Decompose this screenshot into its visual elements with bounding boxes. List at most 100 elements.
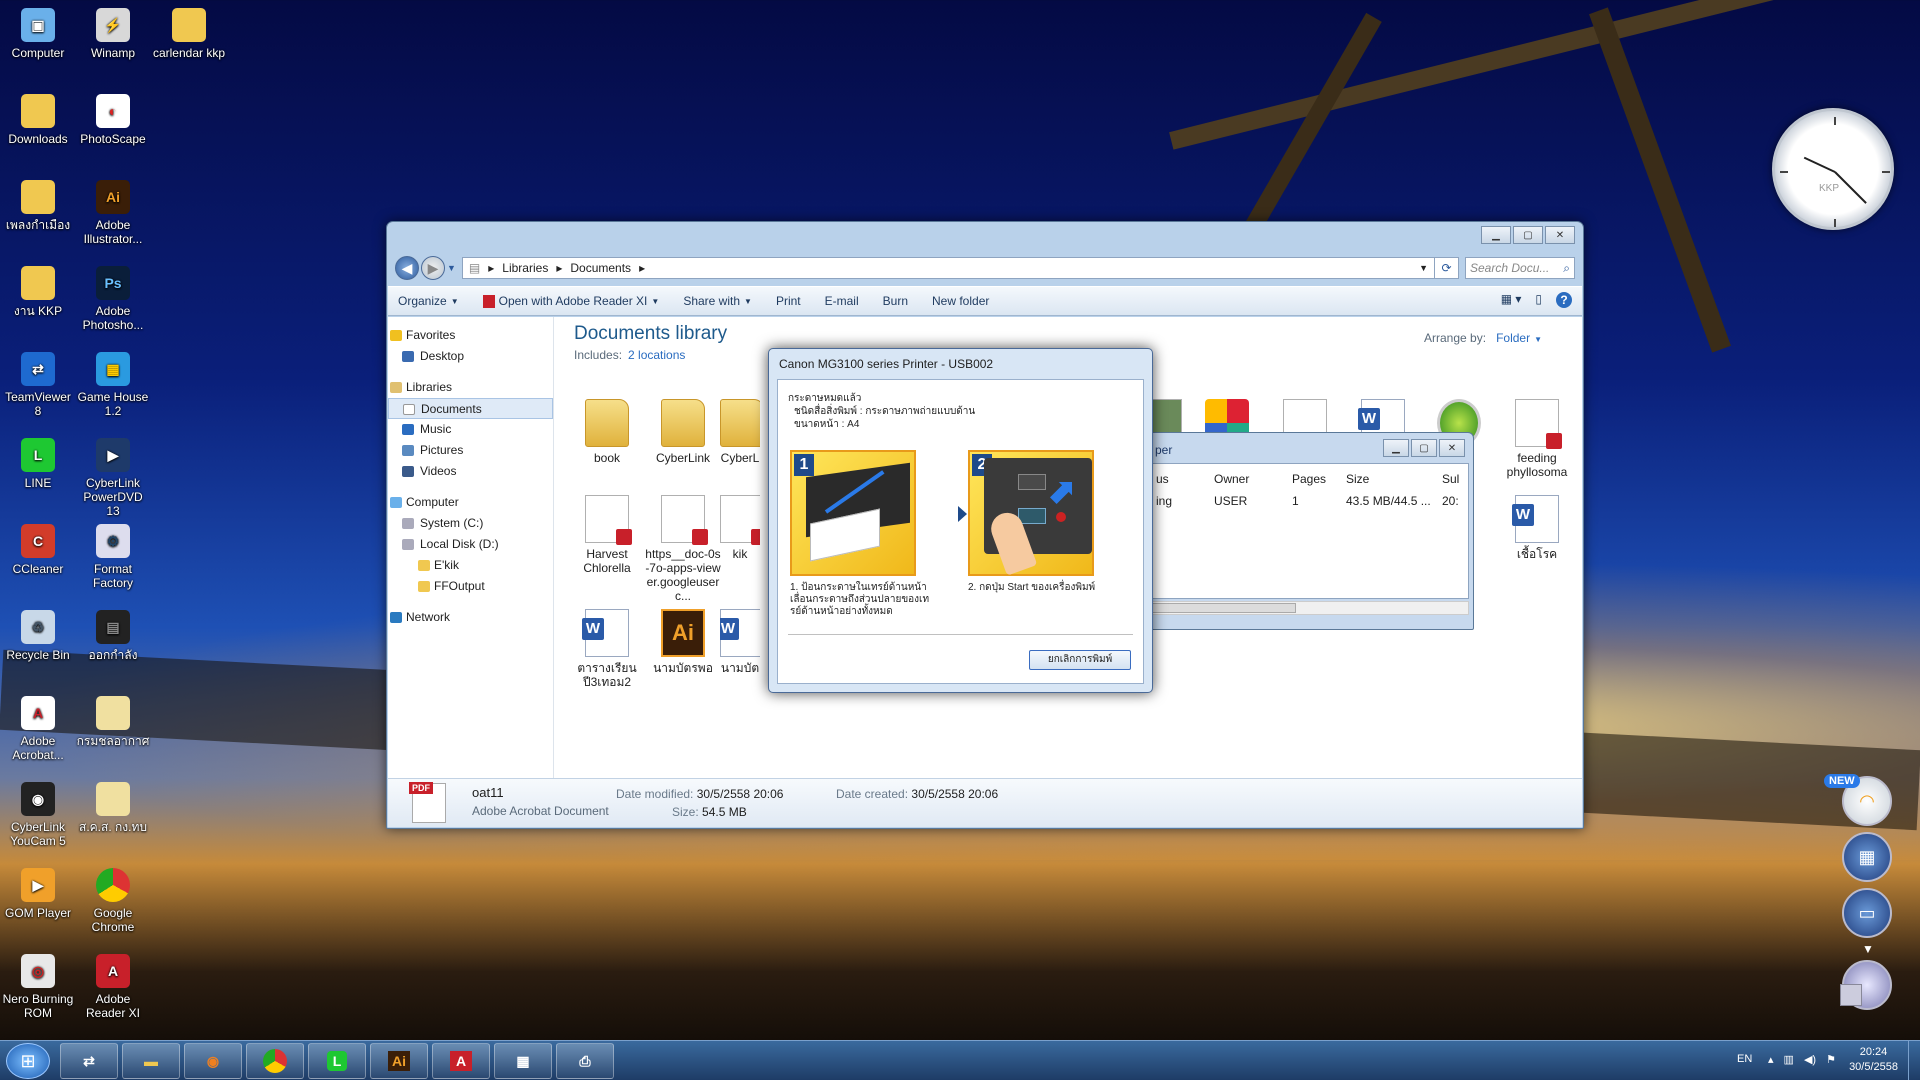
address-bar[interactable]: ▤ ▸ Libraries ▸ Documents ▸ ▼ [461,257,1435,279]
nav-videos[interactable]: Videos [388,461,553,482]
desktop-icon-computer[interactable]: ▣ Computer [1,8,75,60]
show-desktop-button[interactable] [1908,1041,1920,1080]
maximize-button[interactable]: ▢ [1513,226,1543,244]
scrollbar-thumb[interactable] [1146,603,1296,613]
desktop-icon-chrome[interactable]: Google Chrome [76,868,150,934]
print-button[interactable]: Print [776,294,801,308]
print-queue-window[interactable]: per ▁ ▢ ✕ us Owner Pages Size Sul ing US… [1140,432,1474,630]
taskbar-acrobat[interactable]: A [432,1043,490,1079]
taskbar-teamviewer[interactable]: ⇄ [60,1043,118,1079]
desktop-icon-youcam[interactable]: ◉ CyberLink YouCam 5 [1,782,75,848]
file-item[interactable]: kik [720,495,760,561]
file-item[interactable]: เชื้อโรค [1498,495,1576,561]
file-item[interactable]: book [568,399,646,465]
taskbar-explorer[interactable]: ▬ [122,1043,180,1079]
nav-pictures[interactable]: Pictures [388,440,553,461]
nav-network[interactable]: Network [388,607,553,628]
nav-libraries[interactable]: Libraries [388,377,553,398]
search-input[interactable]: Search Docu... ⌕ [1465,257,1575,279]
maximize-button[interactable]: ▢ [1411,439,1437,457]
file-item[interactable]: https__doc-0s-7o-apps-viewer.googleuserc… [644,495,722,603]
taskbar-printer[interactable]: ⎙ [556,1043,614,1079]
file-item[interactable]: Harvest Chlorella [568,495,646,575]
printer-status-dialog[interactable]: Canon MG3100 series Printer - USB002 กระ… [768,348,1153,693]
nav-music[interactable]: Music [388,419,553,440]
desktop-icon-game-house[interactable]: ▦ Game House 1.2 [76,352,150,418]
network-icon[interactable]: ▥ [1784,1053,1794,1066]
breadcrumb-libraries[interactable]: Libraries [502,261,548,275]
new-folder-button[interactable]: New folder [932,294,989,308]
desktop-icon-folder-2[interactable]: กรมชลอากาศ [76,696,150,748]
nav-ffoutput[interactable]: FFOutput [388,576,553,597]
file-item[interactable]: CyberLink [644,399,722,465]
gadget-toolbar[interactable] [1840,984,1862,1006]
taskbar-illustrator[interactable]: Ai [370,1043,428,1079]
taskbar-line[interactable]: L [308,1043,366,1079]
col-owner[interactable]: Owner [1214,472,1249,488]
nav-computer[interactable]: Computer [388,492,553,513]
desktop-icon-line[interactable]: L LINE [1,438,75,490]
desktop-icon-exercise[interactable]: ▤ ออกกำลัง [76,610,150,662]
burn-button[interactable]: Burn [883,294,908,308]
desktop-icon-folder-music[interactable]: เพลงกำเมือง [1,180,75,232]
desktop-icon-photoscape[interactable]: ◐ PhotoScape [76,94,150,146]
desktop-icon-kkp[interactable]: งาน KKP [1,266,75,318]
nav-ekik[interactable]: E'kik [388,555,553,576]
cancel-printing-button[interactable]: ยกเลิกการพิมพ์ [1029,650,1131,670]
col-submitted[interactable]: Sul [1442,472,1459,488]
gadget-scroll-arrow[interactable]: ▼ [1862,942,1874,956]
col-status[interactable]: us [1156,472,1169,488]
nav-desktop[interactable]: Desktop [388,346,553,367]
file-item[interactable]: Ai นามบัตรพอ [644,609,722,675]
desktop-icon-downloads[interactable]: Downloads [1,94,75,146]
minimize-button[interactable]: ▁ [1481,226,1511,244]
locations-link[interactable]: 2 locations [628,348,685,362]
clock-tray[interactable]: 20:24 30/5/2558 [1849,1045,1898,1075]
email-button[interactable]: E-mail [825,294,859,308]
desktop-icon-teamviewer[interactable]: ⇄ TeamViewer 8 [1,352,75,418]
nav-local-disk-d[interactable]: Local Disk (D:) [388,534,553,555]
minimize-button[interactable]: ▁ [1383,439,1409,457]
share-with-button[interactable]: Share with ▼ [683,294,752,308]
start-button[interactable]: ⊞ [6,1043,50,1079]
clock-gadget[interactable]: KKP [1772,108,1894,230]
desktop-icon-adobe-reader[interactable]: A Adobe Reader XI [76,954,150,1020]
desktop-icon-gom-player[interactable]: ▶ GOM Player [1,868,75,920]
desktop-icon-photoshop[interactable]: Ps Adobe Photosho... [76,266,150,332]
desktop-gadget[interactable]: ▭ [1842,888,1892,938]
control-panel-gadget[interactable]: ▦ [1842,832,1892,882]
taskbar-control-panel[interactable]: ▦ [494,1043,552,1079]
back-button[interactable]: ◀ [395,256,419,280]
preview-pane-icon[interactable]: ▯ [1535,292,1542,308]
desktop-icon-winamp[interactable]: ⚡ Winamp [76,8,150,60]
desktop-icon-format-factory[interactable]: ⚙ Format Factory [76,524,150,590]
file-item[interactable]: นามบัต [720,609,760,675]
close-button[interactable]: ✕ [1545,226,1575,244]
help-icon[interactable]: ? [1556,292,1572,308]
open-with-button[interactable]: Open with Adobe Reader XI ▼ [482,294,659,308]
nav-favorites[interactable]: Favorites [388,325,553,346]
desktop-icon-folder-3[interactable]: ส.ค.ส. กง.ทบ [76,782,150,834]
desktop-icon-illustrator[interactable]: Ai Adobe Illustrator... [76,180,150,246]
show-hidden-icons-button[interactable]: ▴ [1768,1053,1774,1066]
desktop-icon-recycle-bin[interactable]: ♻ Recycle Bin [1,610,75,662]
desktop-icon-acrobat[interactable]: A Adobe Acrobat... [1,696,75,762]
forward-button[interactable]: ▶ [421,256,445,280]
print-job-row[interactable]: ing USER 1 43.5 MB/44.5 ... 20: [1146,490,1468,512]
organize-button[interactable]: Organize ▼ [398,294,459,308]
desktop-icon-ccleaner[interactable]: C CCleaner [1,524,75,576]
nav-documents[interactable]: Documents [388,398,553,419]
taskbar-chrome[interactable] [246,1043,304,1079]
close-button[interactable]: ✕ [1439,439,1465,457]
col-size[interactable]: Size [1346,472,1369,488]
language-indicator[interactable]: EN [1737,1053,1752,1065]
desktop-icon-powerdvd[interactable]: ▶ CyberLink PowerDVD 13 [76,438,150,518]
nav-system-c[interactable]: System (C:) [388,513,553,534]
file-item[interactable]: feeding phyllosoma [1498,399,1576,479]
volume-icon[interactable]: ◀) [1804,1053,1816,1066]
address-dropdown-icon[interactable]: ▼ [1419,263,1428,273]
desktop-icon-nero[interactable]: ◎ Nero Burning ROM [1,954,75,1020]
desktop-icon-calendar-kkp[interactable]: carlendar kkp [151,8,227,60]
change-view-icon[interactable]: ▦ ▾ [1501,292,1522,308]
recent-pages-dropdown[interactable]: ▼ [447,263,456,273]
